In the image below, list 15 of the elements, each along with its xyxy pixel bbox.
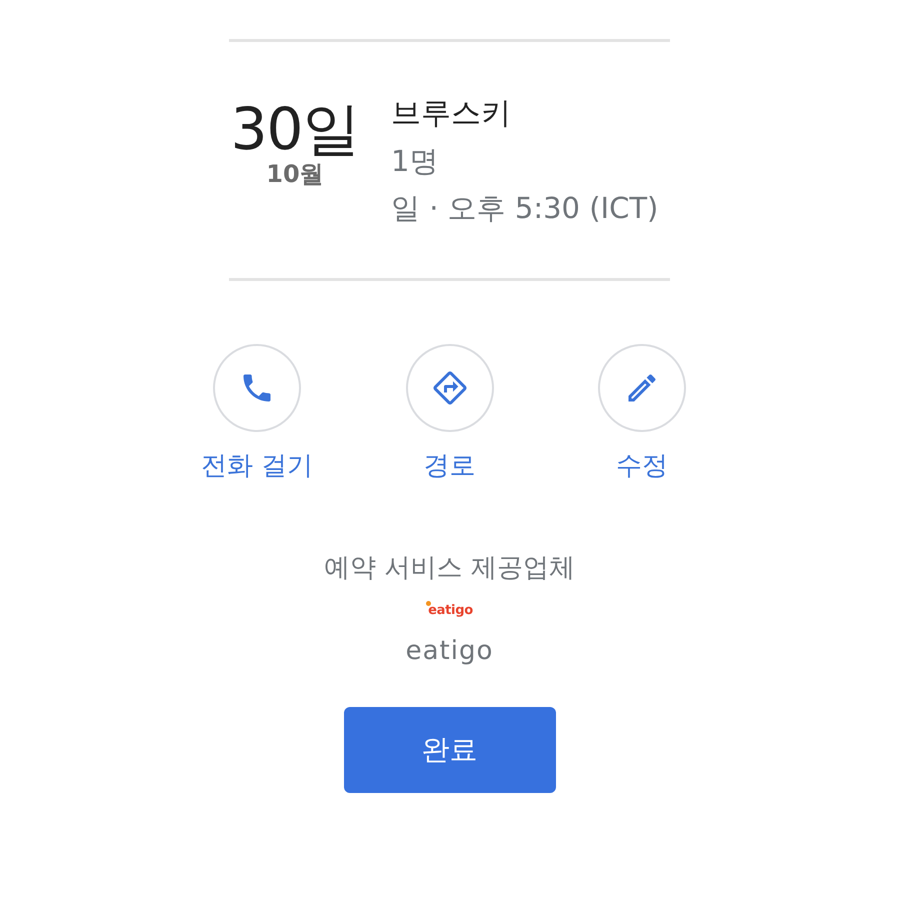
provider-logo: eatigo [426,600,473,617]
phone-icon [213,344,301,432]
date-day: 30일 [230,100,360,158]
call-button[interactable]: 전화 걸기 [189,344,325,480]
edit-button[interactable]: 수정 [574,344,710,480]
pencil-icon [598,344,686,432]
provider-name: eatigo [406,636,494,666]
date-month: 10월 [266,162,324,186]
directions-button[interactable]: 경로 [382,344,518,480]
party-size: 1명 [391,144,440,179]
restaurant-name: 브루스키 [391,96,512,132]
done-button[interactable]: 완료 [344,707,556,794]
directions-icon [406,344,494,432]
reservation-time: 일 · 오후 5:30 (ICT) [391,190,658,226]
provider-heading: 예약 서비스 제공업체 [324,554,575,583]
